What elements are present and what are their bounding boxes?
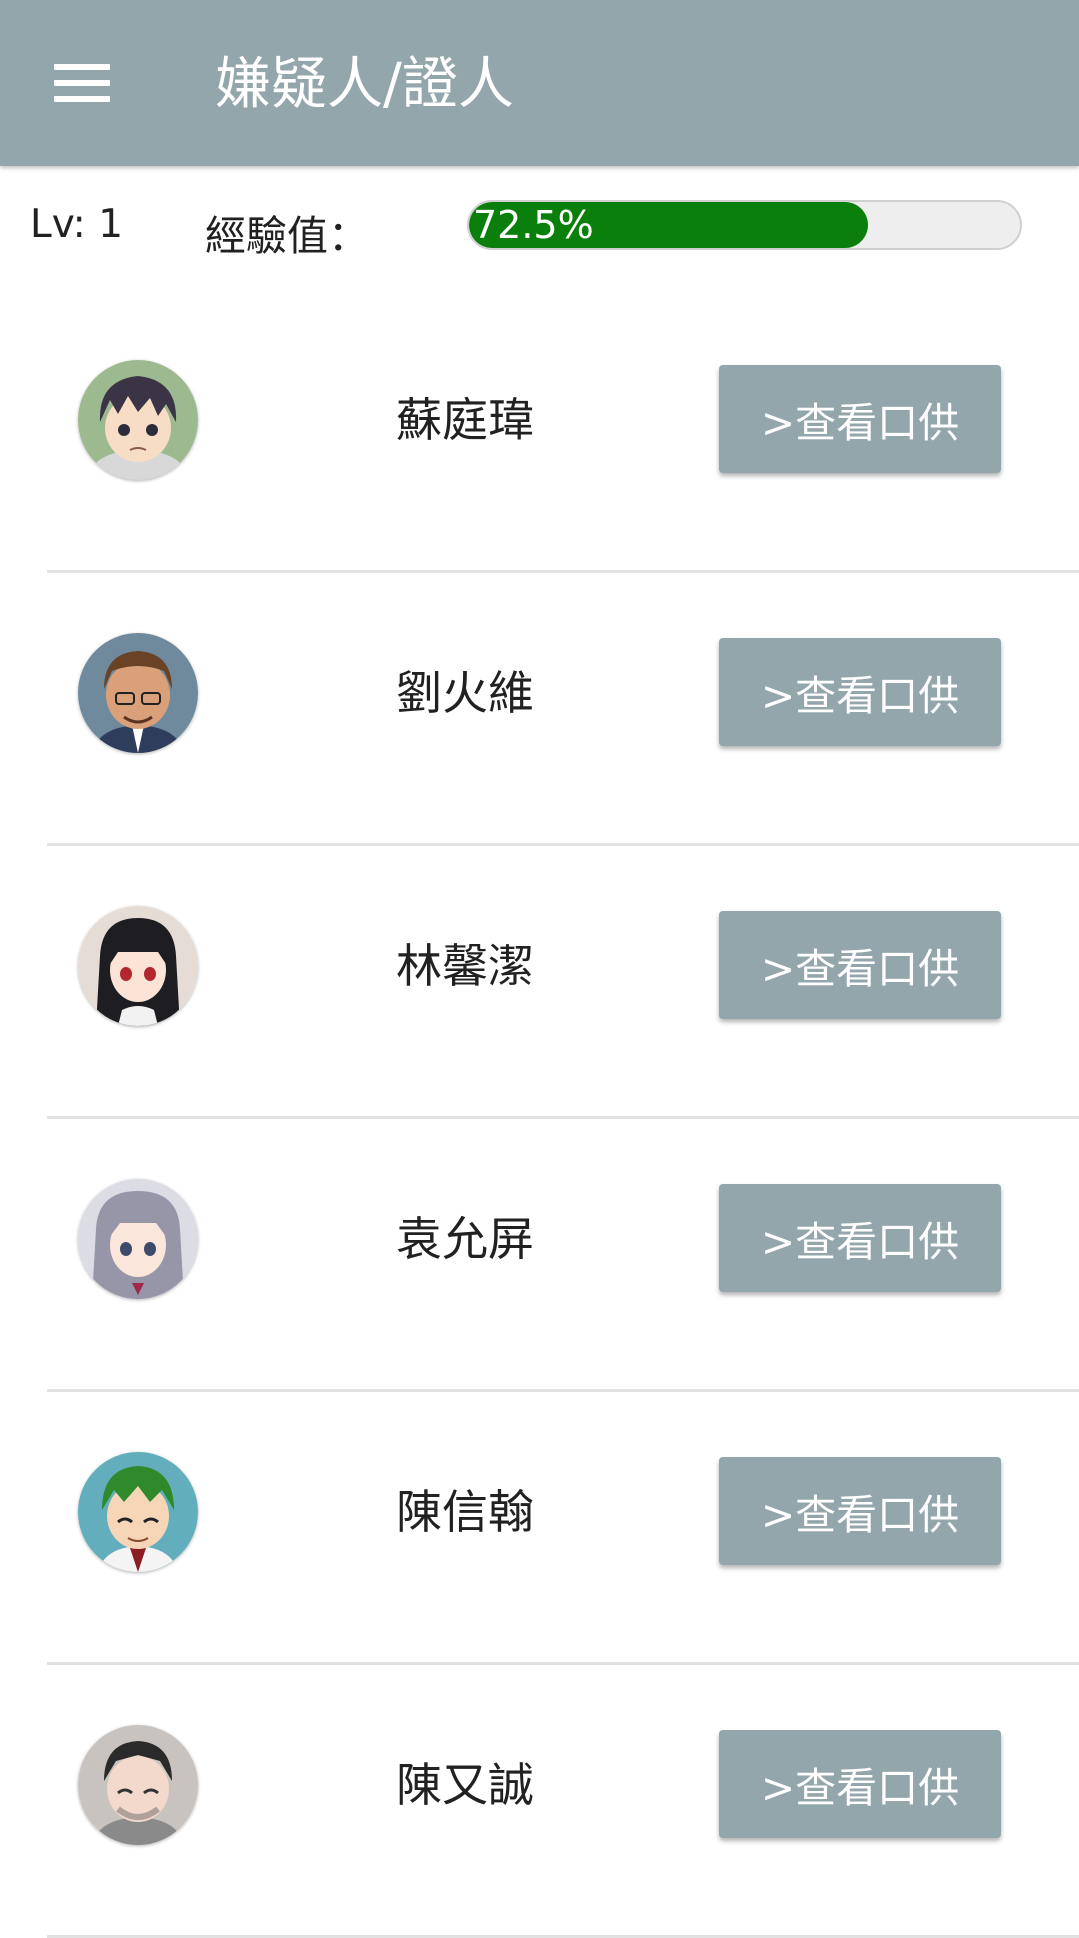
view-testimony-button[interactable]: >查看口供 (719, 638, 1001, 746)
view-testimony-button[interactable]: >查看口供 (719, 911, 1001, 1019)
page-title: 嫌疑人/證人 (215, 52, 514, 117)
avatar[interactable] (78, 1725, 198, 1845)
list-item: 蘇庭瑋 >查看口供 (0, 300, 1079, 573)
list-item: 陳信翰 >查看口供 (0, 1392, 1079, 1665)
app-bar: 嫌疑人/證人 (0, 0, 1079, 166)
hamburger-menu-icon[interactable] (54, 50, 134, 116)
person-name: 袁允屏 (396, 1212, 534, 1266)
avatar[interactable] (78, 633, 198, 753)
list-item: 陳又誠 >查看口供 (0, 1665, 1079, 1938)
person-name: 陳又誠 (396, 1758, 534, 1812)
avatar[interactable] (78, 360, 198, 480)
list-item: 袁允屏 >查看口供 (0, 1119, 1079, 1392)
experience-progress-text: 72.5% (473, 203, 594, 247)
person-name: 林馨潔 (396, 939, 534, 993)
view-testimony-button[interactable]: >查看口供 (719, 1457, 1001, 1565)
status-row: Lv: 1 經驗值： 72.5% (0, 190, 1079, 260)
experience-label: 經驗值： (205, 212, 369, 260)
level-label: Lv: 1 (30, 202, 124, 247)
experience-progress-bar: 72.5% (467, 200, 1022, 250)
person-name: 劉火維 (396, 666, 534, 720)
person-name: 蘇庭瑋 (396, 393, 534, 447)
view-testimony-button[interactable]: >查看口供 (719, 1730, 1001, 1838)
avatar[interactable] (78, 1452, 198, 1572)
list-item: 劉火維 >查看口供 (0, 573, 1079, 846)
person-name: 陳信翰 (396, 1485, 534, 1539)
avatar[interactable] (78, 906, 198, 1026)
person-list: 蘇庭瑋 >查看口供 劉火維 >查看口供 林馨潔 >查看口供 袁允屏 >查看口供 … (0, 300, 1079, 1938)
view-testimony-button[interactable]: >查看口供 (719, 365, 1001, 473)
avatar[interactable] (78, 1179, 198, 1299)
view-testimony-button[interactable]: >查看口供 (719, 1184, 1001, 1292)
list-item: 林馨潔 >查看口供 (0, 846, 1079, 1119)
